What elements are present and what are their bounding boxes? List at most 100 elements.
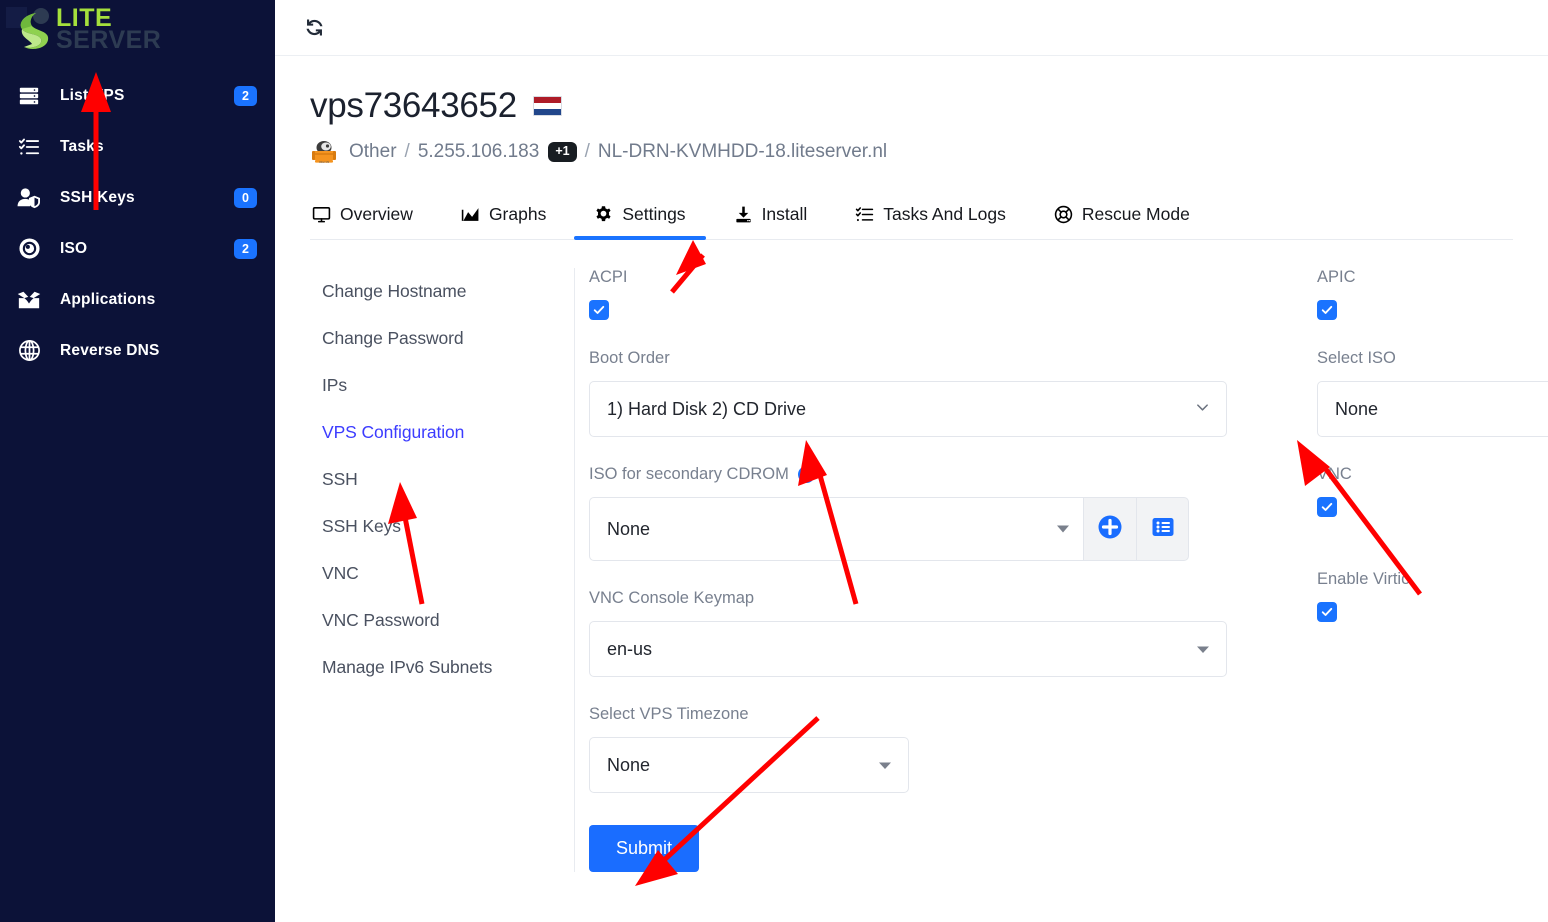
submenu-vnc-password[interactable]: VNC Password <box>322 597 574 644</box>
list-iso-button[interactable] <box>1136 497 1189 561</box>
select-iso-label: Select ISO <box>1317 349 1548 368</box>
iso-secondary-value: None <box>607 519 650 540</box>
sidebar-badge: 2 <box>234 239 257 259</box>
user-shield-icon <box>14 187 44 209</box>
apic-checkbox[interactable] <box>1317 300 1337 320</box>
checklist-icon <box>855 205 874 224</box>
submenu-change-password[interactable]: Change Password <box>322 315 574 362</box>
disc-icon <box>14 237 44 260</box>
acpi-checkbox[interactable] <box>589 300 609 320</box>
caret-down-icon <box>878 755 892 776</box>
tab-install[interactable]: Install <box>732 196 810 239</box>
tab-label: Install <box>762 204 808 225</box>
tab-label: Tasks And Logs <box>883 204 1006 225</box>
refresh-icon[interactable] <box>300 14 328 42</box>
tab-rescue-mode[interactable]: Rescue Mode <box>1052 196 1192 239</box>
apic-label: APIC <box>1317 268 1548 287</box>
iso-secondary-row: None <box>589 497 1279 561</box>
field-iso-secondary-cdrom: ISO for secondary CDROM i None <box>589 465 1279 561</box>
submit-button[interactable]: Submit <box>589 825 699 872</box>
sidebar-item-label: List VPS <box>60 87 234 105</box>
form-column-right: APIC Select ISO None VNC <box>1279 268 1548 872</box>
timezone-select[interactable]: None <box>589 737 909 793</box>
sidebar-item-ssh-keys[interactable]: SSH Keys 0 <box>0 172 275 223</box>
tab-settings[interactable]: Settings <box>592 196 687 239</box>
tab-graphs[interactable]: Graphs <box>459 196 548 239</box>
plus-circle-icon <box>1097 514 1123 545</box>
sidebar-item-list-vps[interactable]: List VPS 2 <box>0 70 275 121</box>
monitor-icon <box>312 205 331 224</box>
globe-icon <box>14 339 44 362</box>
download-icon <box>734 205 753 224</box>
breadcrumb-separator: / <box>585 141 590 163</box>
iso-secondary-label: ISO for secondary CDROM i <box>589 465 1279 484</box>
sidebar-item-tasks[interactable]: Tasks <box>0 121 275 172</box>
ip-more-badge[interactable]: +1 <box>548 142 576 162</box>
boot-order-label: Boot Order <box>589 349 1279 368</box>
field-vps-timezone: Select VPS Timezone None <box>589 705 1279 793</box>
open-box-icon <box>14 289 44 311</box>
add-iso-button[interactable] <box>1083 497 1136 561</box>
sidebar: LITE SERVER List VPS 2 <box>0 0 275 922</box>
tab-tasks-and-logs[interactable]: Tasks And Logs <box>853 196 1008 239</box>
tab-overview[interactable]: Overview <box>310 196 415 239</box>
field-vnc: VNC <box>1317 465 1548 518</box>
acpi-label: ACPI <box>589 268 1279 287</box>
submenu-vnc[interactable]: VNC <box>322 550 574 597</box>
select-iso-value: None <box>1335 399 1378 420</box>
tab-label: Settings <box>622 204 685 225</box>
field-select-iso: Select ISO None <box>1317 349 1548 437</box>
breadcrumb: Other OS Other / 5.255.106.183 +1 / NL-D… <box>310 138 1548 166</box>
submenu-ips[interactable]: IPs <box>322 362 574 409</box>
timezone-label: Select VPS Timezone <box>589 705 1279 724</box>
breadcrumb-separator: / <box>405 141 410 163</box>
liteserver-logo-icon <box>14 7 52 51</box>
virtio-checkbox[interactable] <box>1317 602 1337 622</box>
sidebar-badge: 2 <box>234 86 257 106</box>
caret-down-icon <box>1057 526 1069 533</box>
boot-order-value: 1) Hard Disk 2) CD Drive <box>607 399 806 420</box>
svg-text:Other OS: Other OS <box>319 161 330 164</box>
iso-secondary-select[interactable]: None <box>589 497 1083 561</box>
tab-label: Overview <box>340 204 413 225</box>
caret-down-icon <box>1196 639 1210 660</box>
settings-submenu: Change Hostname Change Password IPs VPS … <box>310 268 575 872</box>
sidebar-item-reverse-dns[interactable]: Reverse DNS <box>0 325 275 376</box>
tab-label: Graphs <box>489 204 546 225</box>
checklist-icon <box>14 136 44 158</box>
chevron-down-icon <box>1195 399 1210 420</box>
list-icon <box>1151 515 1175 544</box>
gear-icon <box>594 205 613 224</box>
vnc-checkbox[interactable] <box>1317 497 1337 517</box>
ip-address: 5.255.106.183 <box>418 141 540 163</box>
keymap-value: en-us <box>607 639 652 660</box>
sidebar-nav: List VPS 2 Tasks <box>0 70 275 376</box>
server-stack-icon <box>14 85 44 107</box>
sidebar-item-label: Reverse DNS <box>60 342 257 360</box>
sidebar-item-label: Tasks <box>60 138 257 156</box>
page: vps73643652 Other OS <box>275 56 1548 872</box>
sidebar-item-applications[interactable]: Applications <box>0 274 275 325</box>
submenu-manage-ipv6-subnets[interactable]: Manage IPv6 Subnets <box>322 644 574 691</box>
sidebar-item-iso[interactable]: ISO 2 <box>0 223 275 274</box>
brand-logo[interactable]: LITE SERVER <box>0 0 275 58</box>
page-title: vps73643652 <box>310 86 1548 126</box>
submenu-ssh[interactable]: SSH <box>322 456 574 503</box>
keymap-select[interactable]: en-us <box>589 621 1227 677</box>
sidebar-item-label: ISO <box>60 240 234 258</box>
app-root: LITE SERVER List VPS 2 <box>0 0 1548 922</box>
submenu-change-hostname[interactable]: Change Hostname <box>322 268 574 315</box>
select-iso-right[interactable]: None <box>1317 381 1548 437</box>
vnc-label: VNC <box>1317 465 1548 484</box>
lifebuoy-icon <box>1054 205 1073 224</box>
logo-text-server: SERVER <box>56 29 161 51</box>
info-icon[interactable]: i <box>798 466 815 483</box>
boot-order-select[interactable]: 1) Hard Disk 2) CD Drive <box>589 381 1227 437</box>
tab-label: Rescue Mode <box>1082 204 1190 225</box>
field-acpi: ACPI <box>589 268 1279 321</box>
field-vnc-console-keymap: VNC Console Keymap en-us <box>589 589 1279 677</box>
sidebar-badge: 0 <box>234 188 257 208</box>
field-apic: APIC <box>1317 268 1548 321</box>
submenu-ssh-keys[interactable]: SSH Keys <box>322 503 574 550</box>
submenu-vps-configuration[interactable]: VPS Configuration <box>322 409 574 456</box>
